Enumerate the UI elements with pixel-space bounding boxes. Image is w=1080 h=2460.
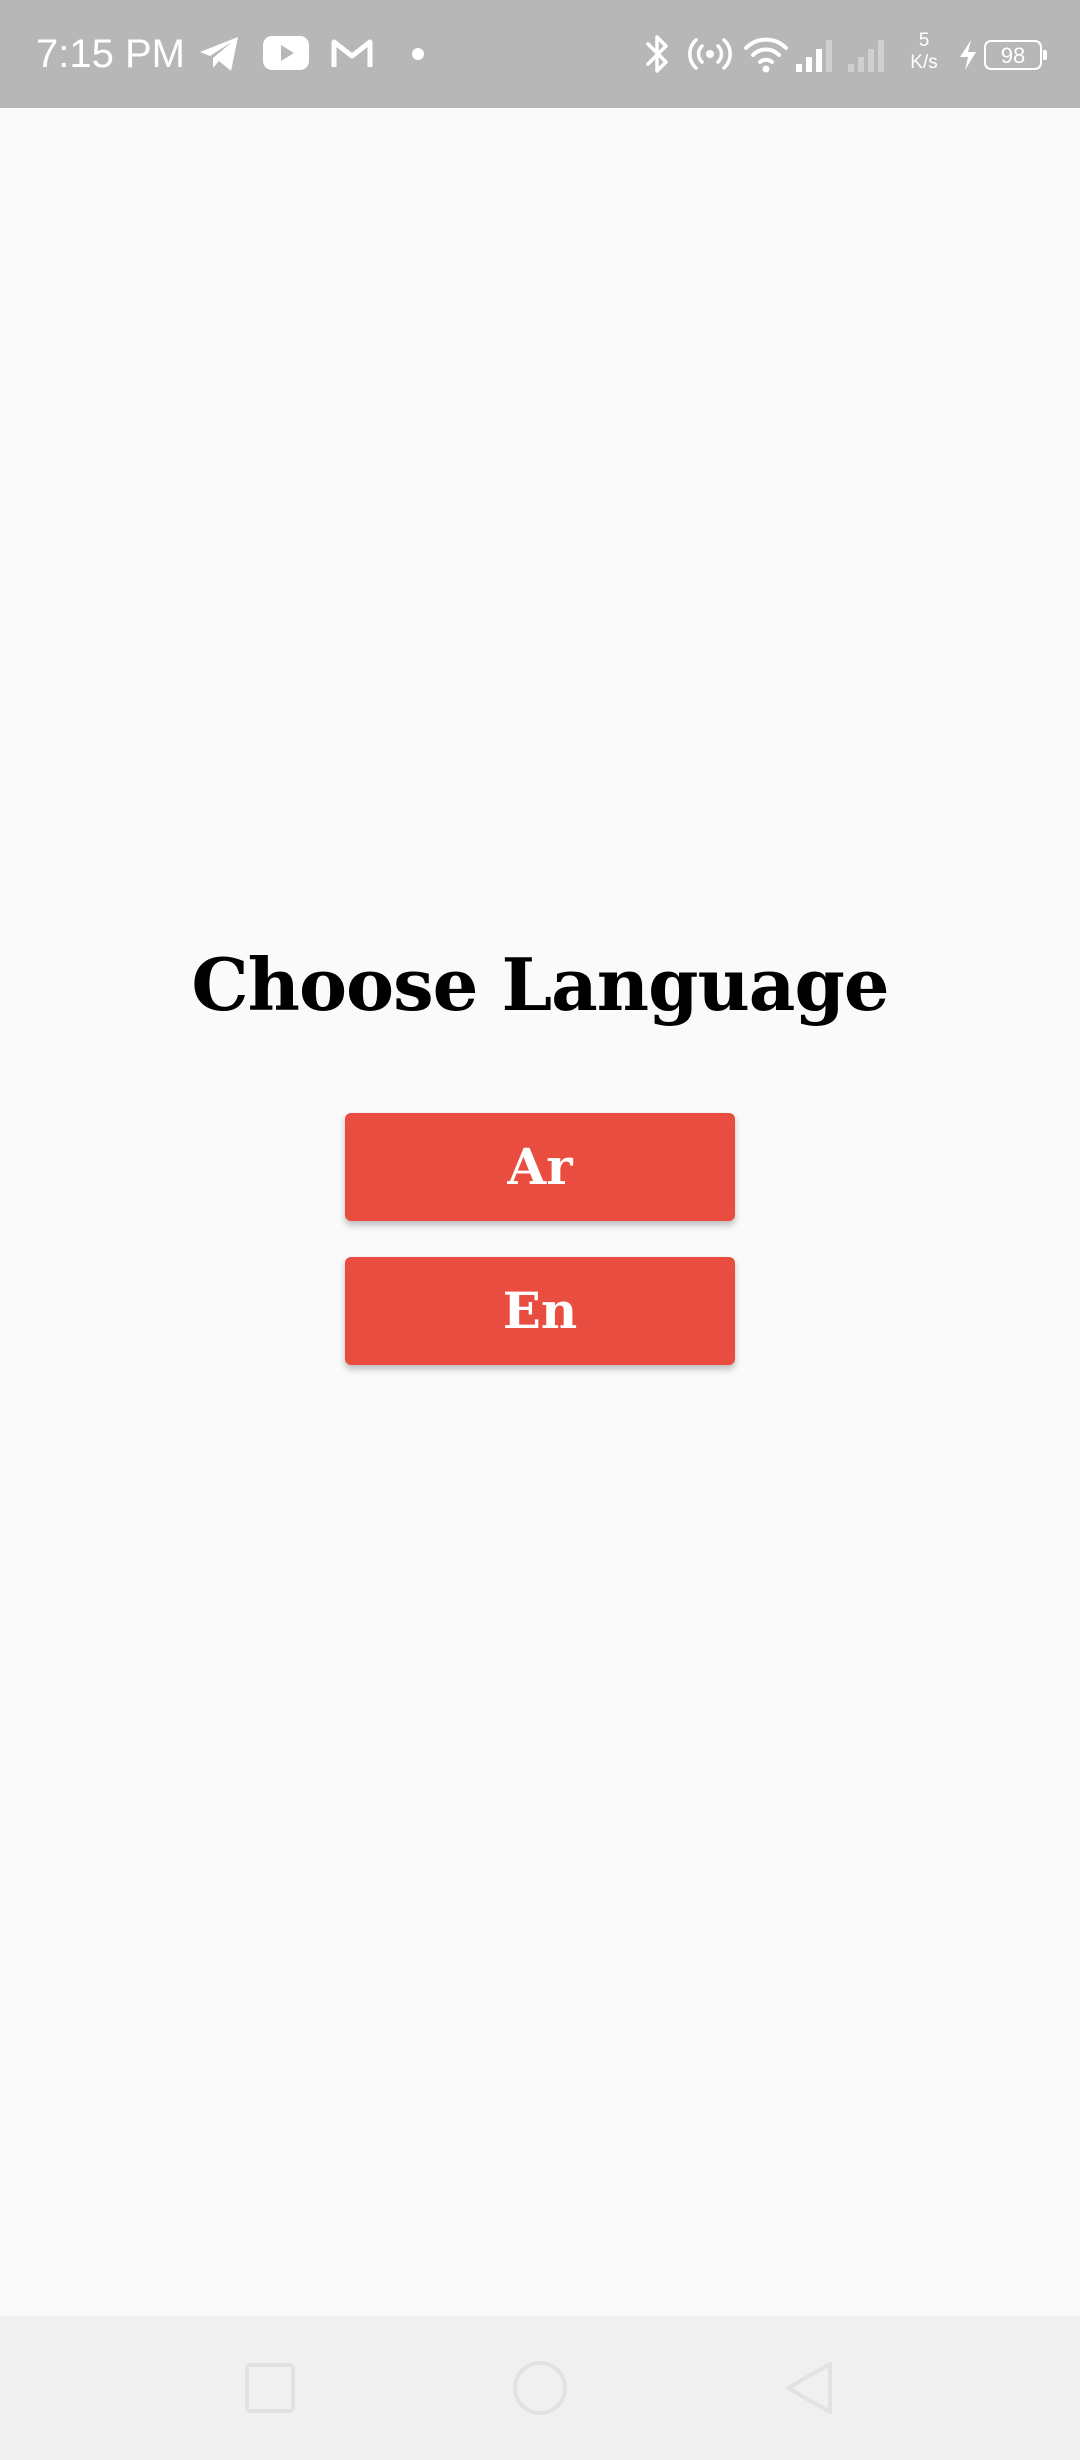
recent-apps-icon[interactable] [234,2352,306,2424]
navigation-bar [0,2316,1080,2460]
wifi-icon [744,37,788,73]
hotspot-icon [688,38,732,70]
arabic-button[interactable]: Ar [345,1113,735,1221]
bluetooth-icon [646,35,668,73]
screen: 7:15 PM 5 K/s 98 Choose Language Ar En [0,0,1080,2460]
signal-2-icon [848,40,884,72]
signal-icon [796,40,832,72]
telegram-icon [200,37,238,71]
english-button[interactable]: En [345,1257,735,1365]
net-speed: 5 K/s [904,30,944,74]
gmail-icon [331,39,373,67]
page-title: Choose Language [191,942,889,1027]
dot-icon [412,48,424,60]
status-time: 7:15 PM [36,32,185,76]
youtube-icon [263,36,309,70]
charging-icon [960,40,976,70]
battery-icon: 98 [984,40,1047,70]
battery-level: 98 [1000,43,1026,68]
net-speed-unit: K/s [910,52,938,73]
net-speed-value: 5 [918,30,930,51]
status-bar: 7:15 PM 5 K/s 98 [0,0,1080,108]
back-icon[interactable] [774,2352,846,2424]
home-icon[interactable] [504,2352,576,2424]
